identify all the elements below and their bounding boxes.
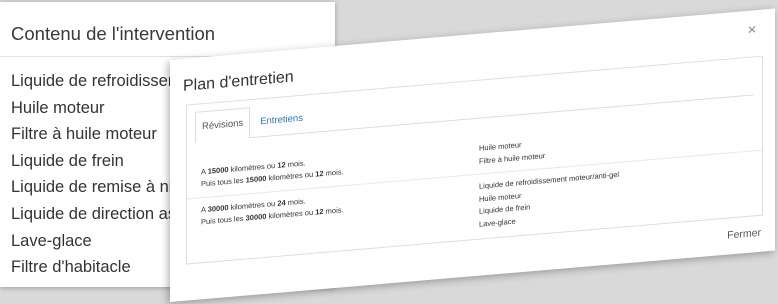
distance-value: 15000 <box>245 173 267 185</box>
distance-value: 30000 <box>245 211 267 223</box>
close-modal-button[interactable]: Fermer <box>723 222 765 246</box>
interval-text: Puis tous les <box>201 213 246 227</box>
close-button[interactable]: × <box>743 20 761 42</box>
interval-text: mois. <box>323 167 344 178</box>
distance-value: 15000 <box>207 165 229 176</box>
screenshot-stage: Contenu de l'intervention Liquide de ref… <box>0 0 778 304</box>
tab-entretiens[interactable]: Entretiens <box>253 102 310 138</box>
tab-revisions[interactable]: Révisions <box>195 107 251 143</box>
interval-text: mois. <box>285 196 306 208</box>
interval-text: mois. <box>323 205 344 216</box>
distance-value: 30000 <box>207 203 229 214</box>
interval-text: kilomètres ou <box>266 169 316 183</box>
intervention-title: Contenu de l'intervention <box>11 23 216 44</box>
interval-text: A <box>201 204 208 215</box>
maintenance-plan-modal: Plan d'entretien × Révisions Entretiens … <box>170 8 775 302</box>
close-icon: × <box>747 21 757 39</box>
months-value: 12 <box>315 168 324 179</box>
interval-text: mois. <box>285 158 306 170</box>
interval-text: Puis tous les <box>201 175 246 189</box>
interval-text: kilomètres ou <box>266 207 316 221</box>
modal-title: Plan d'entretien <box>183 68 294 95</box>
interval-text: A <box>201 166 208 177</box>
months-value: 12 <box>277 160 286 170</box>
months-value: 12 <box>315 206 324 217</box>
months-value: 24 <box>277 198 286 208</box>
